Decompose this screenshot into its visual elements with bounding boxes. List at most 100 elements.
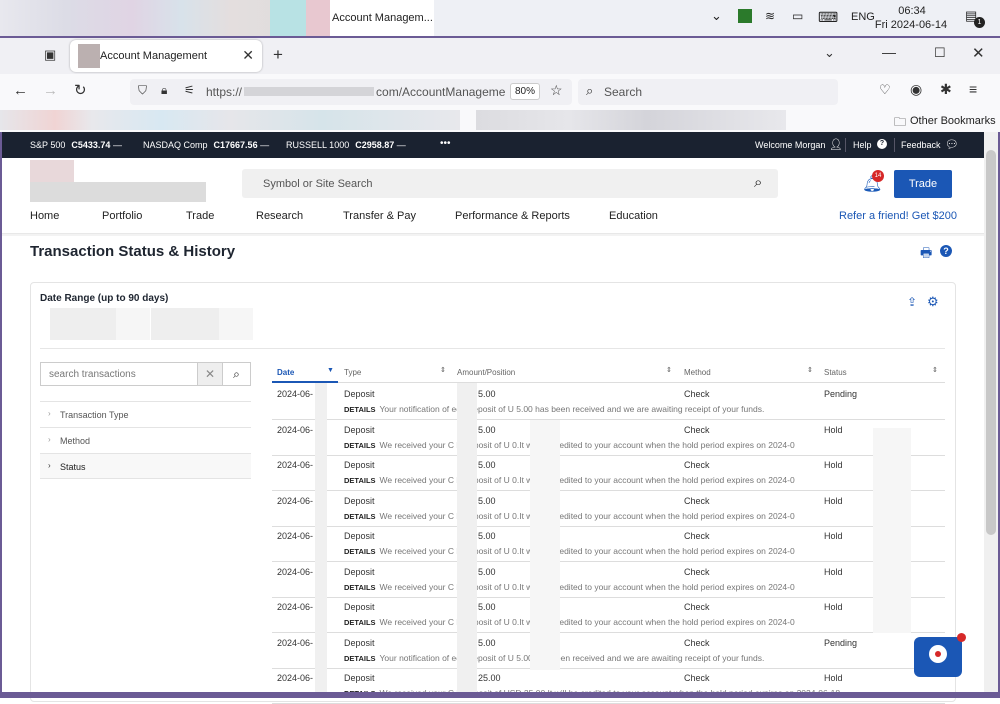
ticker-item[interactable]: RUSSELL 1000 C2958.87 —	[286, 140, 406, 150]
filter-transaction-type[interactable]: › Transaction Type	[40, 401, 251, 427]
print-icon[interactable]: 🖶︎	[920, 244, 932, 266]
sort-desc-icon[interactable]: ▼	[327, 367, 334, 374]
export-icon[interactable]: ⇪	[907, 295, 917, 309]
row-status: Hold	[824, 566, 843, 577]
table-row[interactable]: 2024-06- Deposit 5.00 Check Pending DETAILS Yo…	[272, 633, 945, 669]
star-icon[interactable]: ☆	[550, 82, 563, 99]
taskbar-active-window[interactable]: Account Managem...	[330, 0, 434, 36]
other-bookmarks[interactable]: Other Bookmarks	[910, 115, 996, 127]
menu-icon[interactable]: ≡	[969, 81, 977, 97]
sort-icon[interactable]: ⇕	[807, 366, 813, 374]
site-search-input[interactable]: Symbol or Site Search ⌕	[242, 169, 778, 198]
shield-icon[interactable]: ⛉	[138, 83, 147, 98]
table-row[interactable]: 2024-06- Deposit 5.00 Check Hold DETAILS We re…	[272, 455, 945, 491]
ticker-more-button[interactable]: •••	[440, 138, 451, 149]
battery-icon[interactable]: ▭	[792, 9, 803, 23]
bookmark-items-redacted[interactable]	[476, 110, 786, 130]
forward-icon[interactable]: →	[43, 82, 58, 99]
back-icon[interactable]: ←	[13, 82, 28, 99]
zoom-level[interactable]: 80%	[510, 83, 541, 100]
search-icon[interactable]: ⌕	[754, 174, 762, 191]
column-method[interactable]: Method	[684, 368, 711, 377]
date-from-input[interactable]	[50, 308, 116, 340]
maximize-icon[interactable]: ☐	[934, 45, 946, 61]
table-row[interactable]: 2024-06- Deposit 5.00 Check Hold DETAILS We re…	[272, 420, 945, 456]
close-tab-icon[interactable]: ✕	[242, 47, 254, 64]
nav-home[interactable]: Home	[30, 210, 59, 222]
clear-icon[interactable]: ✕	[197, 362, 223, 386]
sort-icon[interactable]: ⇕	[666, 366, 672, 374]
minimize-icon[interactable]: —	[882, 44, 896, 60]
page-title: Transaction Status & History	[30, 243, 236, 260]
user-icon[interactable]: 👤︎	[829, 138, 843, 151]
help-icon[interactable]: ?	[877, 139, 887, 149]
row-amount: 5.00	[478, 424, 496, 435]
clock-time[interactable]: 06:34	[882, 5, 942, 17]
date-to-input[interactable]	[151, 308, 219, 340]
sort-icon[interactable]: ⇕	[440, 366, 446, 374]
wifi-icon[interactable]: ≋	[765, 9, 775, 23]
browser-search-bar[interactable]: ⌕ Search	[578, 79, 838, 105]
sort-icon[interactable]: ⇕	[932, 366, 938, 374]
table-row[interactable]: 2024-06-Deposit25.00CheckHoldDETAILSWe r…	[272, 668, 945, 704]
ticker-item[interactable]: S&P 500 C5433.74 —	[30, 140, 122, 150]
extensions-icon[interactable]: ✱	[940, 81, 952, 98]
date-picker-icon[interactable]	[116, 308, 150, 340]
row-date: 2024-06-	[277, 460, 314, 470]
brand-logo-text[interactable]	[30, 182, 206, 202]
chevron-right-icon: ›	[48, 409, 51, 418]
table-row[interactable]: 2024-06- Deposit 5.00 Check Hold DETAILS We re…	[272, 491, 945, 527]
nav-performance-reports[interactable]: Performance & Reports	[455, 210, 570, 222]
table-row[interactable]: 2024-06- Deposit 5.00 Check Pending DETAILS Yo…	[272, 384, 945, 420]
table-row[interactable]: 2024-06- Deposit 5.00 Check Hold DETAILS We re…	[272, 562, 945, 598]
nav-transfer-pay[interactable]: Transfer & Pay	[343, 210, 416, 222]
date-picker-icon[interactable]	[219, 308, 253, 340]
ticker-item[interactable]: NASDAQ Comp C17667.56 —	[143, 140, 269, 150]
table-row[interactable]: 2024-06- Deposit 5.00 Check Hold DETAILS We re…	[272, 597, 945, 633]
column-amount[interactable]: Amount/Position	[457, 368, 515, 377]
chevron-down-icon[interactable]: ⌄	[824, 45, 835, 61]
refer-friend-link[interactable]: Refer a friend! Get $200	[839, 210, 957, 222]
feedback-link[interactable]: Feedback	[901, 140, 941, 150]
scrollbar-thumb[interactable]	[986, 150, 996, 535]
account-icon[interactable]: ◉	[910, 81, 922, 98]
ticker-value: C2958.87	[355, 140, 395, 150]
search-icon[interactable]: ⌕	[222, 362, 251, 386]
app-tray-icon[interactable]	[738, 9, 752, 23]
brand-logo[interactable]	[30, 160, 74, 182]
bookmark-items-redacted[interactable]	[0, 110, 460, 130]
nav-trade[interactable]: Trade	[186, 210, 214, 222]
clock-date[interactable]: Fri 2024-06-14	[870, 19, 952, 31]
column-status[interactable]: Status	[824, 368, 847, 377]
nav-education[interactable]: Education	[609, 210, 658, 222]
reload-icon[interactable]: ↻	[74, 81, 87, 99]
trade-button[interactable]: Trade	[894, 170, 952, 198]
redaction	[873, 428, 911, 633]
welcome-user[interactable]: Welcome Morgan	[755, 140, 825, 150]
gear-icon[interactable]: ⚙︎	[927, 294, 939, 310]
row-type: Deposit	[344, 531, 375, 541]
taskbar-app-icon[interactable]	[270, 0, 306, 36]
filter-status[interactable]: › Status	[40, 453, 251, 479]
feedback-icon[interactable]: 💬︎	[945, 138, 959, 151]
filter-method[interactable]: › Method	[40, 427, 251, 453]
chevron-up-icon[interactable]: ⌄	[711, 8, 722, 24]
new-tab-icon[interactable]: +	[273, 45, 283, 65]
nav-portfolio[interactable]: Portfolio	[102, 210, 142, 222]
pocket-icon[interactable]: ♡	[879, 82, 891, 98]
keyboard-icon[interactable]: ⌨	[818, 9, 838, 26]
column-type[interactable]: Type	[344, 368, 361, 377]
browser-tab-account-management[interactable]: Account Management ✕	[70, 40, 262, 72]
permissions-icon[interactable]: ⚟	[184, 83, 195, 97]
lock-icon[interactable]: 🔒︎	[161, 83, 167, 98]
help-icon[interactable]: ?	[940, 245, 952, 257]
column-date[interactable]: Date	[277, 368, 294, 377]
transaction-search-input[interactable]: search transactions	[40, 362, 198, 386]
tab-overview-icon[interactable]: ▣	[44, 47, 56, 63]
taskbar-app-icon[interactable]	[306, 0, 330, 36]
help-link[interactable]: Help	[853, 140, 872, 150]
url-bar[interactable]: ⛉ 🔒︎ ⚟ https:// com/AccountManageme 80% ☆	[130, 79, 572, 105]
table-row[interactable]: 2024-06- Deposit 5.00 Check Hold DETAILS We re…	[272, 526, 945, 562]
close-window-icon[interactable]: ✕	[972, 44, 985, 62]
nav-research[interactable]: Research	[256, 210, 303, 222]
